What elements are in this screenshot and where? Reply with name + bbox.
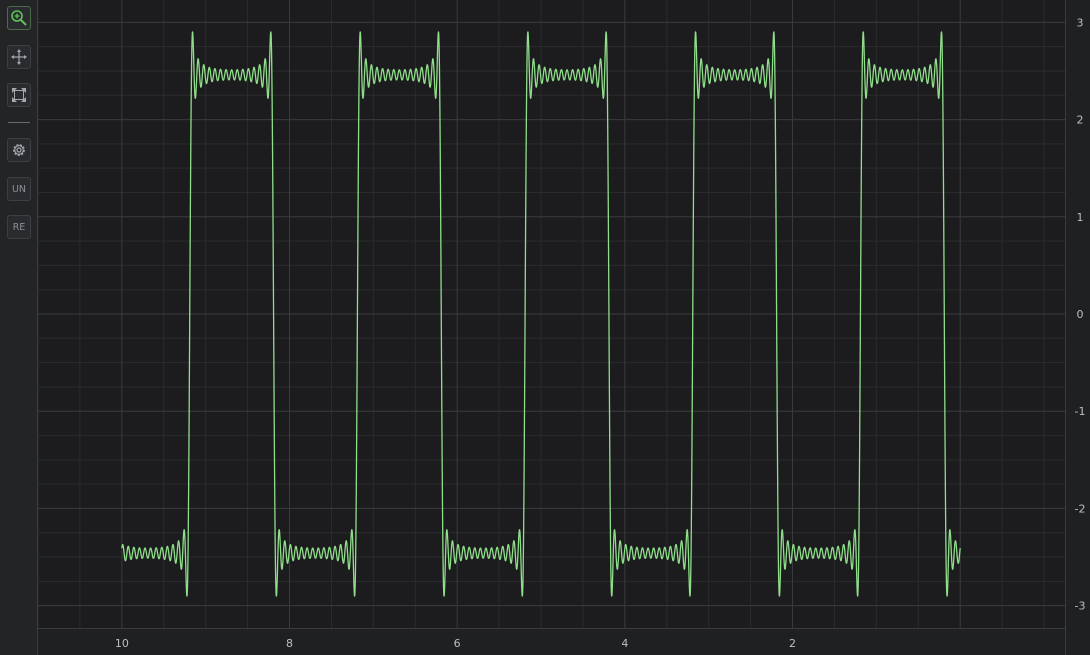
x-tick-label: 6 <box>454 637 461 650</box>
fit-view-button[interactable] <box>7 83 31 107</box>
undo-button[interactable]: UN <box>7 177 31 201</box>
y-tick-label: 0 <box>1077 308 1084 321</box>
x-axis: 10 8 6 4 2 <box>115 637 796 650</box>
y-tick-label: 1 <box>1077 211 1084 224</box>
y-tick-label: -2 <box>1075 502 1086 515</box>
undo-label: UN <box>11 183 27 195</box>
x-tick-label: 2 <box>789 637 796 650</box>
toolbar-divider <box>8 122 30 123</box>
redo-button[interactable]: RE <box>7 215 31 239</box>
chart-app: UN RE 10 8 6 4 2 3 2 1 0 -1 -2 -3 <box>0 0 1090 655</box>
chart-plot[interactable]: 10 8 6 4 2 3210-1-2-3 <box>38 0 1090 655</box>
gear-icon <box>13 144 25 156</box>
y-tick-label: -1 <box>1075 405 1086 418</box>
settings-button[interactable] <box>7 138 31 162</box>
toolbar: UN RE <box>0 0 38 655</box>
y-axis: 3 2 1 0 -1 -2 -3 <box>1075 16 1086 612</box>
redo-label: RE <box>12 221 26 233</box>
zoom-tool-button[interactable] <box>7 6 31 30</box>
pan-move-icon <box>11 49 27 65</box>
fit-to-view-icon <box>12 88 26 102</box>
x-tick-label: 10 <box>115 637 129 650</box>
y-tick-label: -3 <box>1075 600 1086 613</box>
x-tick-label: 4 <box>621 637 628 650</box>
y-tick-label: 3 <box>1077 16 1084 29</box>
zoom-icon <box>11 10 27 26</box>
x-tick-label: 8 <box>286 637 293 650</box>
pan-tool-button[interactable] <box>7 45 31 69</box>
y-tick-label: 2 <box>1077 114 1084 127</box>
